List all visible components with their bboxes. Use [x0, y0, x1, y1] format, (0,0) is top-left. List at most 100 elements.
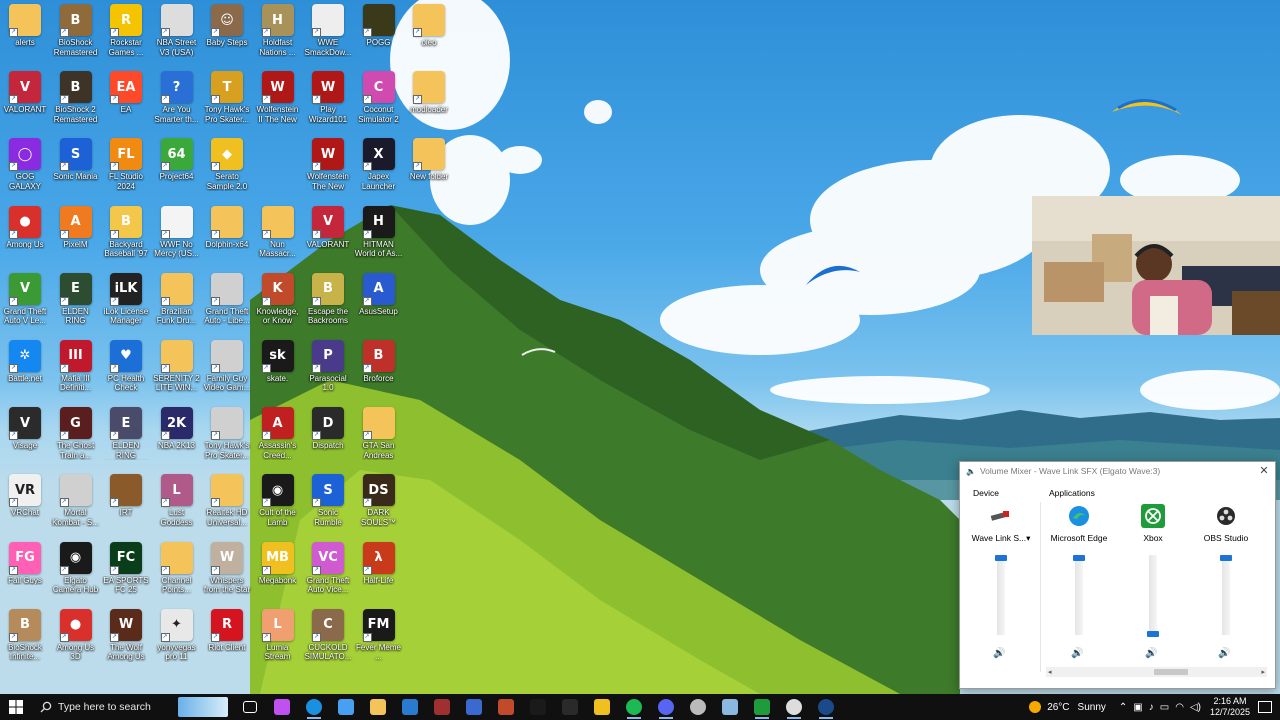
taskbar-xbox-icon[interactable] — [750, 694, 774, 720]
desktop-icon[interactable]: B Escape the Backrooms ↗ — [303, 269, 353, 335]
desktop-icon[interactable]: X Japex Launcher ↗ — [354, 134, 404, 200]
desktop-icon[interactable]: Family Guy Video Gam... ↗ — [202, 336, 252, 402]
desktop-icon[interactable]: Dolphin-x64 ↗ — [202, 202, 252, 268]
desktop-icon[interactable]: V VALORANT ↗ — [0, 67, 50, 133]
desktop-icon[interactable]: L Lust Goddess ↗ — [152, 470, 202, 536]
desktop-icon[interactable]: EELDEN RING NIGHTREIGN↗ — [101, 403, 151, 469]
desktop-icon[interactable]: H Holdfast Nations ... ↗ — [253, 0, 303, 66]
desktop-icon[interactable]: Grand Theft Auto - Libe... ↗ — [202, 269, 252, 335]
scroll-left-arrow[interactable]: ◂ — [1048, 667, 1052, 677]
desktop-icon[interactable]: MB Megabonk ↗ — [253, 538, 303, 604]
desktop-icon[interactable]: A PixelM ↗ — [51, 202, 101, 268]
desktop-icon[interactable]: oleo ↗ — [404, 0, 454, 66]
desktop-icon[interactable]: C CUCKOLD SIMULATO... ↗ — [303, 605, 353, 671]
desktop-icon[interactable]: DSDARK SOULS™ RE...↗ — [354, 470, 404, 536]
volume-slider-track[interactable] — [1149, 555, 1157, 635]
desktop-icon[interactable]: 2K NBA 2K13 ↗ — [152, 403, 202, 469]
desktop-icon[interactable]: New folder ↗ — [404, 134, 454, 200]
taskbar-task-view-icon[interactable] — [238, 694, 262, 720]
desktop-icon[interactable]: FM Fever Meme ... ↗ — [354, 605, 404, 671]
taskbar-fall-guys-icon[interactable] — [462, 694, 486, 720]
desktop-icon[interactable]: G The Ghost Train a... ↗ — [51, 403, 101, 469]
desktop-icon[interactable]: ✲ Battle.net ↗ — [0, 336, 50, 402]
desktop-icon[interactable]: FC EA SPORTS FC 25 ↗ — [101, 538, 151, 604]
desktop-icon[interactable]: D Dispatch ↗ — [303, 403, 353, 469]
desktop-icon[interactable]: EA EA ↗ — [101, 67, 151, 133]
desktop-icon[interactable]: ◯ GOG GALAXY ↗ — [0, 134, 50, 200]
desktop-icon[interactable]: S Sonic Mania ↗ — [51, 134, 101, 200]
desktop-icon[interactable]: H HITMAN World of As... ↗ — [354, 202, 404, 268]
scrollbar-thumb[interactable] — [1154, 669, 1188, 675]
taskbar-steam-icon[interactable] — [814, 694, 838, 720]
desktop-icon[interactable]: KKnowledge, or Know Lady↗ — [253, 269, 303, 335]
taskbar-copilot-icon[interactable] — [270, 694, 294, 720]
desktop-icon[interactable]: ♥ PC Health Check ↗ — [101, 336, 151, 402]
chevron-down-icon[interactable]: ▾ — [1026, 533, 1030, 543]
taskbar-search-box[interactable]: Type here to search — [32, 694, 174, 720]
desktop-icon[interactable]: Channel Points... ↗ — [152, 538, 202, 604]
taskbar-ilok-icon[interactable] — [590, 694, 614, 720]
volume-slider-thumb[interactable] — [995, 555, 1007, 561]
desktop-icon[interactable]: WWF No Mercy (US... ↗ — [152, 202, 202, 268]
desktop-icon[interactable]: Realtek HD Universal... ↗ — [202, 470, 252, 536]
desktop-icon[interactable]: sk skate. ↗ — [253, 336, 303, 402]
clock[interactable]: 2:16 AM 12/7/2025 — [1210, 696, 1250, 718]
desktop-icon[interactable]: GTA San Andreas ↗ — [354, 403, 404, 469]
desktop-icon[interactable]: ✦ yonyvegas pro 11 ↗ — [152, 605, 202, 671]
taskbar-notepad-icon[interactable] — [718, 694, 742, 720]
desktop-icon[interactable]: iLK iLok License Manager ↗ — [101, 269, 151, 335]
volume-slider-track[interactable] — [997, 555, 1005, 635]
taskbar-app-generic-icon[interactable] — [686, 694, 710, 720]
taskbar-discord-icon[interactable] — [654, 694, 678, 720]
close-button[interactable]: ✕ — [1257, 464, 1271, 478]
taskbar-skate-icon[interactable] — [558, 694, 582, 720]
weather-temp[interactable]: 26°C — [1047, 702, 1069, 713]
display-icon[interactable]: ▭ — [1160, 702, 1169, 713]
desktop-icon[interactable]: SERENITY 2 LITE WIN... ↗ — [152, 336, 202, 402]
taskbar-spotify-icon[interactable] — [622, 694, 646, 720]
desktop-icon[interactable]: R Riot Client ↗ — [202, 605, 252, 671]
desktop-icon[interactable]: 64 Project64 ↗ — [152, 134, 202, 200]
desktop-icon[interactable]: V VALORANT ↗ — [303, 202, 353, 268]
desktop-icon[interactable]: WWolfenstein The New Or...↗ — [303, 134, 353, 200]
desktop-icon[interactable]: P Parasocial 1.0 ↗ — [303, 336, 353, 402]
weather-condition[interactable]: Sunny — [1078, 702, 1106, 713]
horizontal-scrollbar[interactable]: ◂ ▸ — [1046, 667, 1267, 677]
desktop-icon[interactable]: ● Among Us 3D ↗ — [51, 605, 101, 671]
volume-slider-thumb[interactable] — [1073, 555, 1085, 561]
desktop-icon[interactable]: Mortal Kombat - S... ↗ — [51, 470, 101, 536]
taskbar-store-icon[interactable] — [334, 694, 358, 720]
desktop-icon[interactable]: A Assassin's Creed... ↗ — [253, 403, 303, 469]
notification-icon[interactable] — [1258, 701, 1272, 713]
network-adapter-icon[interactable]: ▣ — [1133, 702, 1142, 713]
desktop-icon[interactable]: L Lumia Stream ↗ — [253, 605, 303, 671]
desktop-icon[interactable]: ? Are You Smarter th... ↗ — [152, 67, 202, 133]
desktop-icon[interactable]: WWE SmackDow... ↗ — [303, 0, 353, 66]
desktop-icon[interactable]: B Broforce ↗ — [354, 336, 404, 402]
mute-speaker-icon[interactable]: 🔊 — [993, 648, 1005, 659]
desktop-icon[interactable]: R Rockstar Games ... ↗ — [101, 0, 151, 66]
volume-slider-track[interactable] — [1075, 555, 1083, 635]
taskbar-obs-icon[interactable] — [782, 694, 806, 720]
desktop-icon[interactable]: ☺ Baby Steps ↗ — [202, 0, 252, 66]
desktop-icon[interactable]: V Grand Theft Auto V Le... ↗ — [0, 269, 50, 335]
volume-slider-thumb[interactable] — [1147, 631, 1159, 637]
start-button[interactable] — [0, 694, 32, 720]
desktop-icon[interactable]: ◆ Serato Sample 2.0 ↗ — [202, 134, 252, 200]
desktop-icon[interactable]: VR VRChat ↗ — [0, 470, 50, 536]
desktop-icon[interactable]: W Play Wizard101 ↗ — [303, 67, 353, 133]
desktop-icon[interactable]: POGG ↗ — [354, 0, 404, 66]
desktop-icon[interactable]: B BioShock 2 Remastered ↗ — [51, 67, 101, 133]
desktop-icon[interactable]: ● Among Us ↗ — [0, 202, 50, 268]
desktop-icon[interactable]: W The Wolf Among Us ↗ — [101, 605, 151, 671]
channel-name[interactable]: Wave Link S...▾ — [965, 533, 1037, 544]
desktop-icon[interactable]: VC Grand Theft Auto Vice... ↗ — [303, 538, 353, 604]
desktop-icon[interactable]: A AsusSetup ↗ — [354, 269, 404, 335]
desktop-icon[interactable]: ◉ Elgato Camera Hub ↗ — [51, 538, 101, 604]
scroll-right-arrow[interactable]: ▸ — [1261, 667, 1265, 677]
chevron-up-icon[interactable]: ⌃ — [1119, 702, 1127, 713]
desktop-icon[interactable]: FG Fall Guys ↗ — [0, 538, 50, 604]
desktop-icon[interactable]: T Tony Hawk's Pro Skater... ↗ — [202, 67, 252, 133]
desktop-icon[interactable]: B BioShock Remastered ↗ — [51, 0, 101, 66]
mute-speaker-icon[interactable]: 🔊 — [1071, 648, 1083, 659]
